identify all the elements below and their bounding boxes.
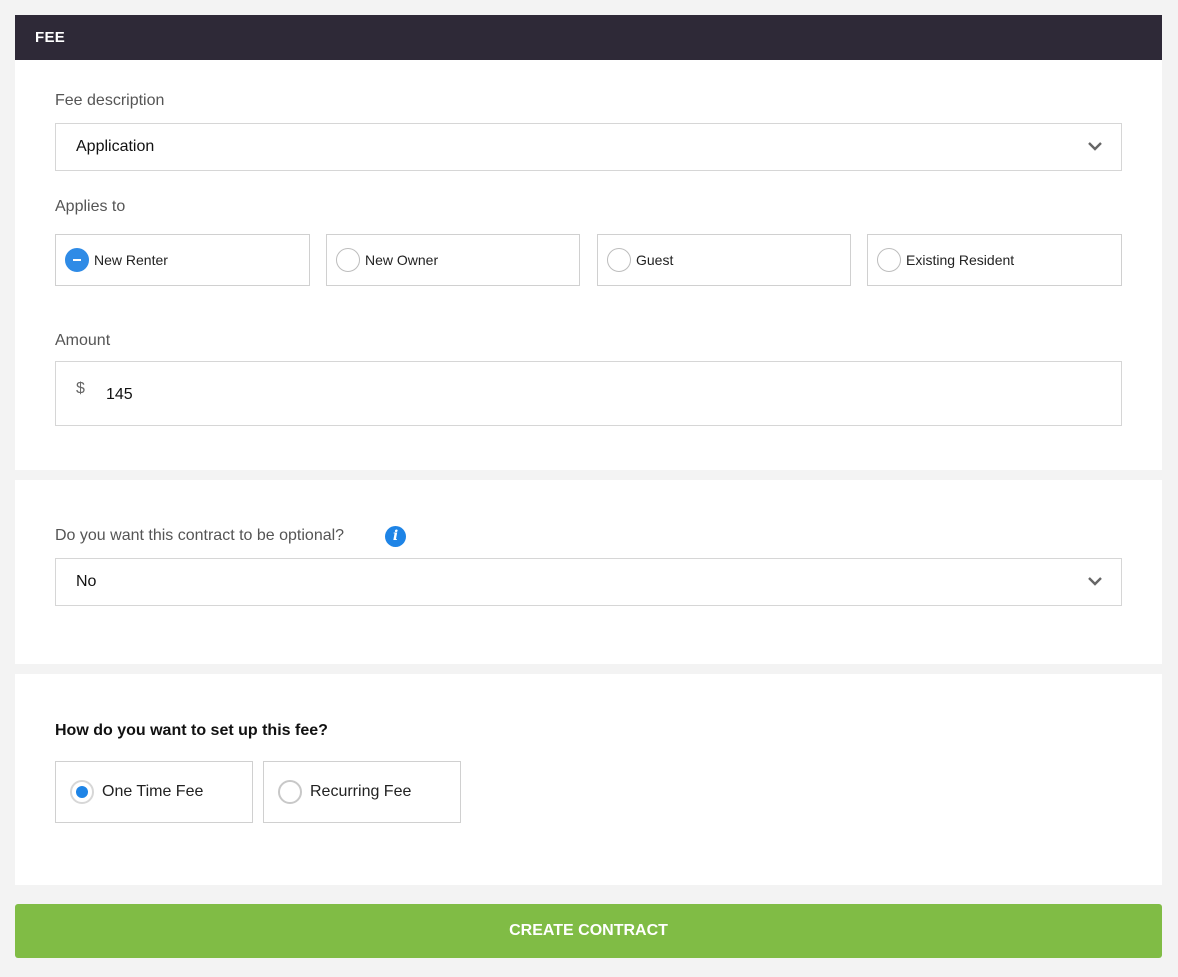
create-contract-button[interactable]: CREATE CONTRACT [15,904,1162,958]
radio-circle-icon [607,248,631,272]
optional-section: Do you want this contract to be optional… [15,480,1162,664]
fee-description-value: Application [76,138,155,155]
amount-input[interactable]: $ 145 [55,361,1122,426]
applies-to-new-renter[interactable]: New Renter [55,234,310,286]
applies-to-option-label: New Renter [94,252,168,268]
applies-to-label: Applies to [55,198,126,215]
fee-details-section: Fee description Application Applies to N… [15,60,1162,470]
radio-selected-icon [70,780,94,804]
dollar-sign-icon: $ [76,380,85,397]
radio-circle-icon [877,248,901,272]
optional-question-label: Do you want this contract to be optional… [55,527,345,544]
info-icon[interactable]: i [385,526,406,547]
applies-to-new-owner[interactable]: New Owner [326,234,580,286]
one-time-fee-option[interactable]: One Time Fee [55,761,253,823]
minus-icon [65,248,89,272]
fee-section-header: FEE [15,15,1162,60]
applies-to-option-label: New Owner [365,252,439,268]
fee-option-label: Recurring Fee [310,783,412,800]
fee-description-label: Fee description [55,92,165,109]
applies-to-existing-resident[interactable]: Existing Resident [867,234,1122,286]
amount-value: 145 [106,386,133,403]
recurring-fee-option[interactable]: Recurring Fee [263,761,461,823]
applies-to-option-label: Existing Resident [906,252,1015,268]
amount-label: Amount [55,332,111,349]
fee-setup-question: How do you want to set up this fee? [55,722,328,739]
applies-to-guest[interactable]: Guest [597,234,851,286]
optional-select[interactable]: No [55,558,1122,606]
optional-value: No [76,573,97,590]
fee-option-label: One Time Fee [102,783,204,800]
radio-circle-icon [336,248,360,272]
radio-circle-icon [278,780,302,804]
chevron-down-icon [1088,142,1102,151]
chevron-down-icon [1088,577,1102,586]
fee-setup-section: How do you want to set up this fee? One … [15,674,1162,885]
section-title: FEE [35,29,66,46]
applies-to-option-label: Guest [636,252,674,268]
fee-description-select[interactable]: Application [55,123,1122,171]
